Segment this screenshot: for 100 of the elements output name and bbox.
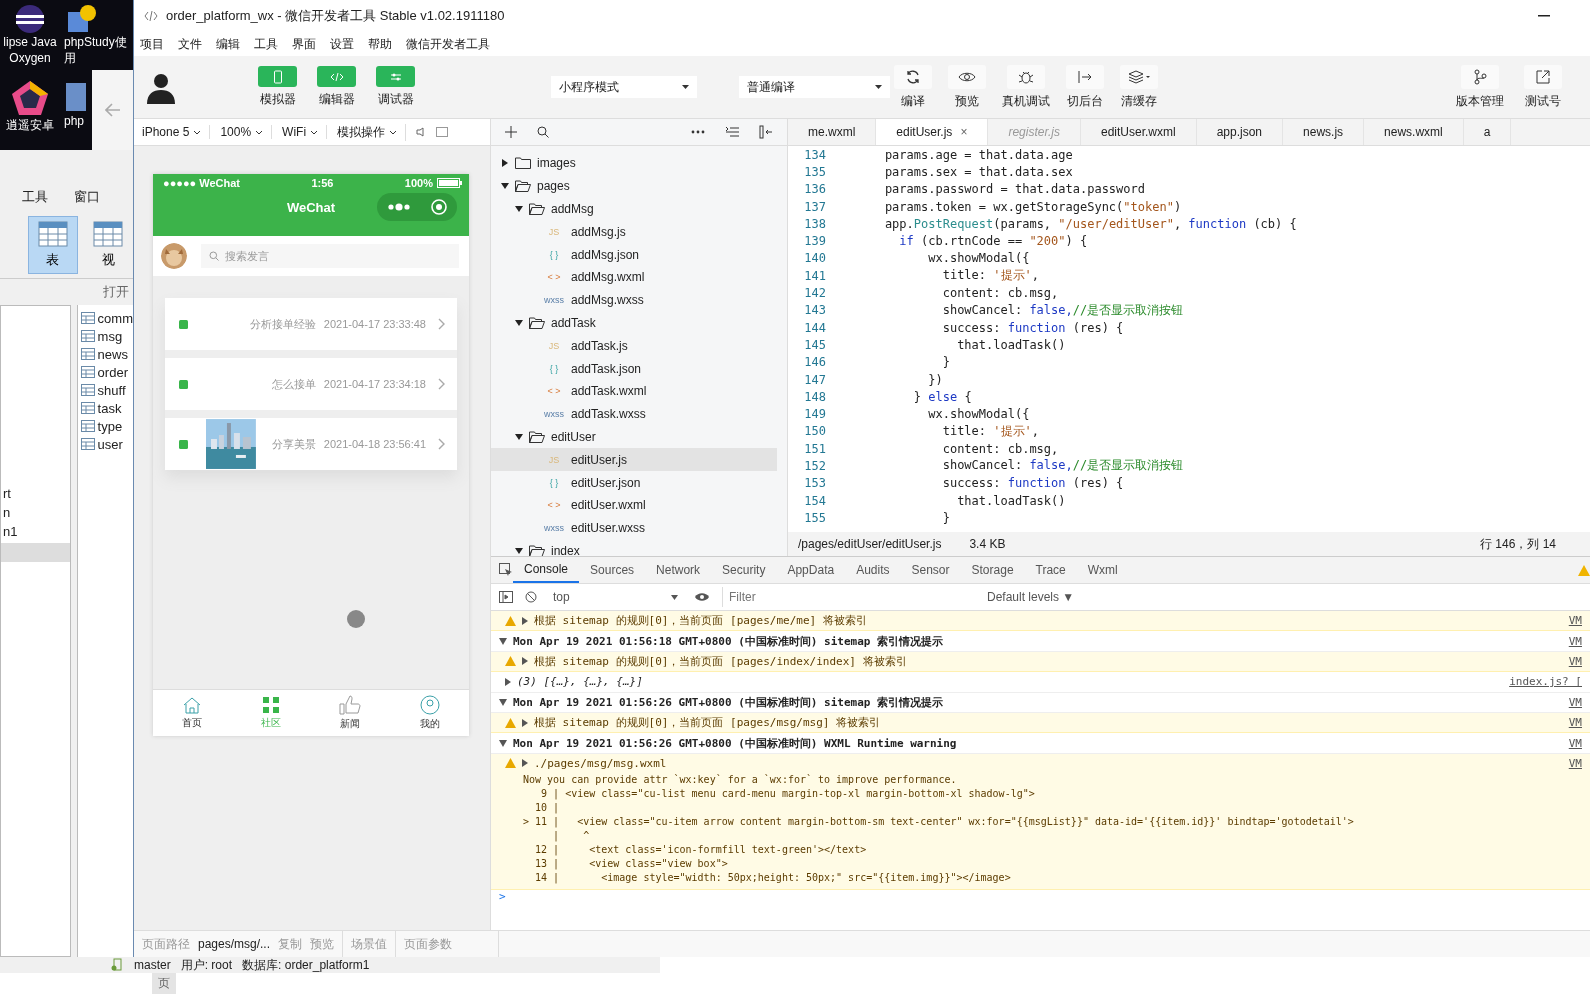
table-name[interactable]: shuff <box>97 382 126 398</box>
expanded-triangle-icon[interactable] <box>499 637 507 645</box>
menu-item[interactable]: 设置 <box>330 35 354 53</box>
toolbar-button[interactable]: 真机调试 <box>1002 64 1050 110</box>
devtools-tab[interactable]: Network <box>645 557 712 583</box>
file-tree-item[interactable]: < > addMsg.wxml <box>491 266 777 289</box>
menu-item[interactable]: 界面 <box>292 35 316 53</box>
menu-item[interactable]: 工具 <box>254 35 278 53</box>
file-tree-item[interactable]: < > addTask.wxml <box>491 379 777 403</box>
devtools-tab[interactable]: Storage <box>960 557 1025 583</box>
source-link[interactable]: VM <box>1568 756 1582 770</box>
compile-dropdown[interactable]: 普通编译 <box>739 76 890 98</box>
more-icon[interactable] <box>691 130 705 134</box>
sidebar-icon[interactable] <box>499 591 513 603</box>
desktop-icon-label[interactable]: 逍遥安卓 <box>6 117 54 133</box>
operations-dropdown[interactable]: 模拟操作 <box>337 123 407 141</box>
toolbar-button[interactable]: 表 <box>28 216 78 274</box>
console-prompt[interactable]: > <box>491 890 1590 909</box>
collapsed-triangle-icon[interactable] <box>522 759 528 768</box>
file-tree-item[interactable]: wxss addMsg.wxss <box>491 288 777 312</box>
collapse-all-icon[interactable] <box>725 127 739 137</box>
editor-tab[interactable]: app.json <box>1196 119 1284 145</box>
file-tree-item[interactable]: JS addMsg.js <box>491 220 777 244</box>
file-tree-item[interactable]: { } editUser.json <box>491 471 777 494</box>
network-dropdown[interactable]: WiFi <box>282 125 328 139</box>
desktop-icon-label[interactable]: php <box>64 113 85 129</box>
devtools-tab[interactable]: Trace <box>1024 557 1077 583</box>
menu-item[interactable]: 编辑 <box>216 35 240 53</box>
file-tree-item[interactable]: JS editUser.js <box>491 448 777 472</box>
search-icon[interactable] <box>537 126 549 138</box>
collapsed-triangle-icon[interactable] <box>522 657 528 666</box>
context-dropdown[interactable]: top <box>549 590 682 604</box>
speaker-icon[interactable] <box>416 127 427 137</box>
toggle-sidebar-icon[interactable] <box>759 125 773 139</box>
file-tree-item[interactable]: JS addTask.js <box>491 334 777 358</box>
levels-dropdown[interactable]: Default levels ▼ <box>987 590 1075 604</box>
file-tree-item[interactable]: editUser <box>491 425 777 449</box>
menu-item[interactable]: 窗口 <box>74 188 100 206</box>
source-link[interactable]: VM <box>1568 695 1582 709</box>
editor-tab[interactable]: editUser.wxml <box>1080 119 1197 145</box>
toolbar-button[interactable]: 视 <box>83 216 133 274</box>
file-tree-item[interactable]: wxss addTask.wxss <box>491 402 777 426</box>
tab-bar-item[interactable]: 首页 <box>182 696 203 730</box>
collapsed-triangle-icon[interactable] <box>522 616 528 625</box>
table-name[interactable]: user <box>97 436 123 452</box>
tab-bar-item[interactable]: 我的 <box>419 695 440 731</box>
table-name[interactable]: task <box>97 400 122 416</box>
pentagon-icon[interactable] <box>10 79 50 117</box>
table-name[interactable]: comm <box>97 310 133 326</box>
table-name[interactable]: order <box>97 364 128 380</box>
menu-item[interactable]: 工具 <box>22 188 48 206</box>
source-link[interactable]: VM <box>1568 736 1582 750</box>
source-link[interactable]: index.js? [ <box>1509 675 1582 689</box>
editor-tab[interactable]: editUser.js × <box>876 119 989 145</box>
file-tree-item[interactable]: { } addMsg.json <box>491 243 777 266</box>
file-tree-item[interactable]: images <box>491 152 777 175</box>
toolbar-button[interactable]: 版本管理 <box>1456 64 1504 110</box>
menu-item[interactable]: 项目 <box>140 35 164 53</box>
source-link[interactable]: VM <box>1568 634 1582 648</box>
file-tree-item[interactable]: { } addTask.json <box>491 357 777 380</box>
editor-tab[interactable]: news.wxml <box>1364 119 1464 145</box>
devtools-tab[interactable]: AppData <box>776 557 846 583</box>
menu-item[interactable]: 微信开发者工具 <box>406 35 490 53</box>
file-tree-item[interactable]: pages <box>491 174 777 198</box>
desktop-icon-label[interactable]: phpStudy使用 <box>64 34 133 66</box>
devtools-tab[interactable]: Wxml <box>1076 557 1129 583</box>
connection-item[interactable]: n <box>1 505 70 524</box>
devtools-tab[interactable]: Security <box>711 557 777 583</box>
connection-item[interactable]: rt <box>1 486 70 505</box>
tab-bar-item[interactable]: 新闻 <box>339 695 362 731</box>
menu-item[interactable]: 文件 <box>178 35 202 53</box>
desktop-icon-label[interactable]: lipse Java Oxygen <box>0 34 60 66</box>
file-tree-item[interactable]: addTask <box>491 311 777 335</box>
file-tree-item[interactable]: index <box>491 539 777 556</box>
table-name[interactable]: news <box>97 346 128 362</box>
page-tab[interactable]: 页 <box>152 973 176 994</box>
add-icon[interactable] <box>505 126 517 138</box>
table-name[interactable]: type <box>97 418 123 434</box>
clear-icon[interactable] <box>525 591 537 603</box>
devtools-tab[interactable]: Sensor <box>900 557 961 583</box>
file-tree-item[interactable]: addMsg <box>491 197 777 221</box>
file-tree-item[interactable]: < > editUser.wxml <box>491 493 777 517</box>
expanded-triangle-icon[interactable] <box>499 698 507 706</box>
devtools-tab[interactable]: Console <box>513 557 580 583</box>
zoom-dropdown[interactable]: 100% <box>220 125 273 139</box>
minimize-icon[interactable] <box>1538 15 1550 17</box>
inspect-icon[interactable] <box>499 563 513 577</box>
collapsed-triangle-icon[interactable] <box>505 677 511 686</box>
eye-icon[interactable] <box>694 592 710 602</box>
capsule-menu[interactable] <box>377 193 457 221</box>
connection-item[interactable]: n1 <box>1 524 70 543</box>
editor-tab[interactable]: a <box>1463 119 1512 145</box>
devtools-tab[interactable]: Audits <box>845 557 901 583</box>
source-link[interactable]: VM <box>1568 614 1582 628</box>
editor-tab[interactable]: news.js <box>1283 119 1365 145</box>
file-tree-item[interactable]: wxss editUser.wxss <box>491 516 777 540</box>
table-name[interactable]: msg <box>97 328 123 344</box>
window-icon[interactable] <box>436 127 449 137</box>
source-link[interactable]: VM <box>1568 654 1582 668</box>
device-dropdown[interactable]: iPhone 5 <box>142 125 211 139</box>
